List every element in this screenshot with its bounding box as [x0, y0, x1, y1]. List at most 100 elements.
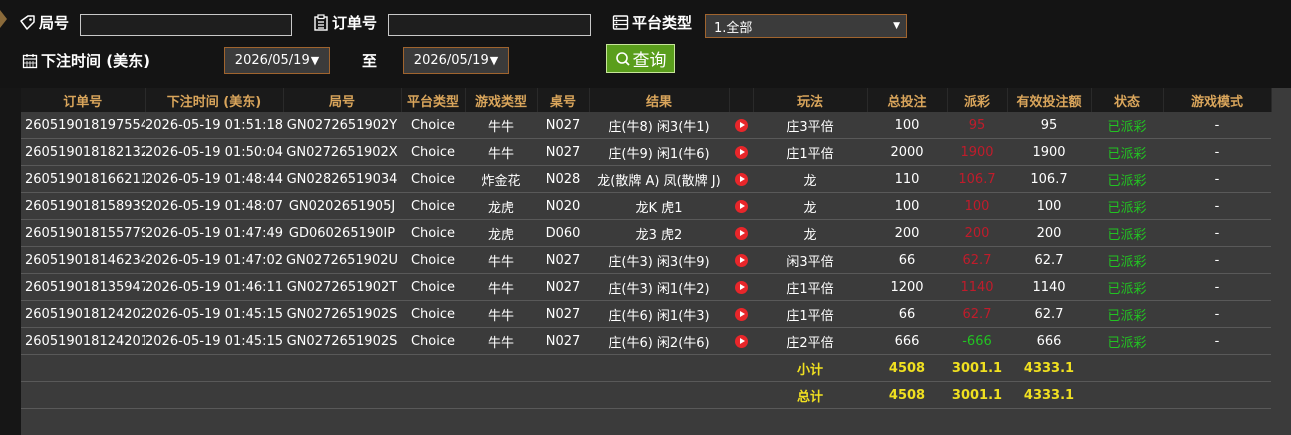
platform-label-text: 平台类型	[632, 14, 693, 32]
cell-valid: 100	[1007, 192, 1091, 220]
cell-round: GN0272651902U	[283, 246, 401, 274]
play-icon[interactable]	[734, 145, 748, 159]
cell-time: 2026-05-19 01:47:49	[145, 219, 283, 247]
cell-platform: Choice	[401, 192, 465, 220]
table-row: 260519018135947 2026-05-19 01:46:11 GN0272…	[21, 273, 1271, 301]
play-icon[interactable]	[734, 253, 748, 267]
cell-mode: -	[1163, 300, 1271, 328]
date-to-value: 2026/05/19	[413, 53, 489, 68]
column-header: 桌号	[537, 88, 590, 112]
order-input[interactable]	[388, 14, 591, 36]
round-input[interactable]	[80, 14, 292, 36]
table-row: 260519018124202 2026-05-19 01:45:15 GN0272…	[21, 300, 1271, 328]
cell-valid: 62.7	[1007, 246, 1091, 274]
platform-select[interactable]: 1.全部 ▼	[705, 14, 907, 38]
cell-mode: -	[1163, 165, 1271, 193]
cell-order: 260519018182132	[21, 138, 145, 166]
cell-time: 2026-05-19 01:47:02	[145, 246, 283, 274]
cell-table: N027	[537, 300, 589, 328]
play-icon[interactable]	[734, 280, 748, 294]
cell-status: 已派彩	[1091, 138, 1163, 166]
filter-bar: 局号 订单号 平台类型 1.全部 ▼ 下注时间 (美东) 2026/05/19 …	[0, 0, 1291, 88]
cell-result: 庄(牛8) 闲3(牛1)	[589, 112, 729, 139]
play-icon[interactable]	[734, 334, 748, 348]
cell-status: 已派彩	[1091, 273, 1163, 301]
cell-mode: -	[1163, 327, 1271, 355]
cell-bet: 1200	[867, 273, 947, 301]
date-from-select[interactable]: 2026/05/19 ▼	[224, 47, 330, 74]
date-to-select[interactable]: 2026/05/19 ▼	[403, 47, 509, 74]
cell-status: 已派彩	[1091, 165, 1163, 193]
cell-table: N027	[537, 246, 589, 274]
cell-round: GN0202651905J	[283, 192, 401, 220]
cell-game: 龙虎	[465, 192, 537, 220]
cell-time: 2026-05-19 01:45:15	[145, 300, 283, 328]
cell-valid: 106.7	[1007, 165, 1091, 193]
cell-play: 闲3平倍	[753, 246, 867, 274]
play-icon[interactable]	[734, 199, 748, 213]
cell-result: 龙3 虎2	[589, 219, 729, 247]
cell-payout: 200	[947, 219, 1007, 247]
result-replay-cell	[729, 327, 753, 355]
order-label: 订单号	[313, 12, 377, 33]
cell-order: 260519018124202	[21, 300, 145, 328]
cell-platform: Choice	[401, 300, 465, 328]
cell-game: 牛牛	[465, 138, 537, 166]
subtotal-valid: 4333.1	[1007, 354, 1091, 382]
cell-time: 2026-05-19 01:45:15	[145, 327, 283, 355]
clipboard-icon	[314, 14, 328, 31]
play-icon[interactable]	[734, 226, 748, 240]
column-header: 派彩	[947, 88, 1008, 112]
cell-play: 龙	[753, 219, 867, 247]
results-table-container: 订单号 下注时间 (美东) 局号 平台类型 游戏类型 桌号 结果 玩法 总投注 派彩 有效投注额 状态…	[21, 88, 1291, 435]
cell-payout: 1900	[947, 138, 1007, 166]
cell-time: 2026-05-19 01:48:07	[145, 192, 283, 220]
cell-game: 牛牛	[465, 327, 537, 355]
cell-status: 已派彩	[1091, 192, 1163, 220]
table-row: 260519018182132 2026-05-19 01:50:04 GN0272…	[21, 138, 1271, 166]
cell-round: GN0272651902S	[283, 300, 401, 328]
cell-table: D060	[537, 219, 589, 247]
cell-table: N028	[537, 165, 589, 193]
cell-round: GN02826519034	[283, 165, 401, 193]
result-replay-cell	[729, 246, 753, 274]
cell-mode: -	[1163, 219, 1271, 247]
cell-payout: -666	[947, 327, 1007, 355]
date-from-value: 2026/05/19	[234, 53, 310, 68]
cell-bet: 100	[867, 112, 947, 139]
play-icon[interactable]	[734, 307, 748, 321]
chevron-down-icon: ▼	[893, 21, 900, 31]
subtotal-row: 小计 4508 3001.1 4333.1	[21, 354, 1271, 382]
result-replay-cell	[729, 192, 753, 220]
play-icon[interactable]	[734, 118, 748, 132]
total-bet: 4508	[867, 381, 947, 409]
cell-status: 已派彩	[1091, 300, 1163, 328]
cell-bet: 200	[867, 219, 947, 247]
cell-game: 牛牛	[465, 112, 537, 139]
query-button[interactable]: 查询	[606, 44, 675, 73]
column-header: 局号	[283, 88, 402, 112]
subtotal-bet: 4508	[867, 354, 947, 382]
cell-game: 牛牛	[465, 246, 537, 274]
cell-result: 庄(牛3) 闲3(牛9)	[589, 246, 729, 274]
summary-spacer	[1091, 354, 1271, 382]
platform-select-value: 1.全部	[714, 20, 753, 36]
column-header: 游戏模式	[1163, 88, 1272, 112]
column-header	[729, 88, 754, 112]
column-header: 游戏类型	[465, 88, 538, 112]
cell-play: 庄1平倍	[753, 138, 867, 166]
cell-order: 260519018155779	[21, 219, 145, 247]
table-row: 260519018158939 2026-05-19 01:48:07 GN0202…	[21, 192, 1271, 220]
cell-game: 牛牛	[465, 300, 537, 328]
calendar-icon	[22, 53, 38, 68]
list-icon	[612, 15, 629, 30]
result-replay-cell	[729, 219, 753, 247]
column-header: 有效投注额	[1007, 88, 1092, 112]
time-label-text: 下注时间 (美东)	[41, 52, 150, 70]
cell-bet: 110	[867, 165, 947, 193]
cell-play: 庄1平倍	[753, 300, 867, 328]
round-label: 局号	[19, 12, 69, 33]
play-icon[interactable]	[734, 172, 748, 186]
column-header: 平台类型	[401, 88, 466, 112]
cell-table: N027	[537, 273, 589, 301]
